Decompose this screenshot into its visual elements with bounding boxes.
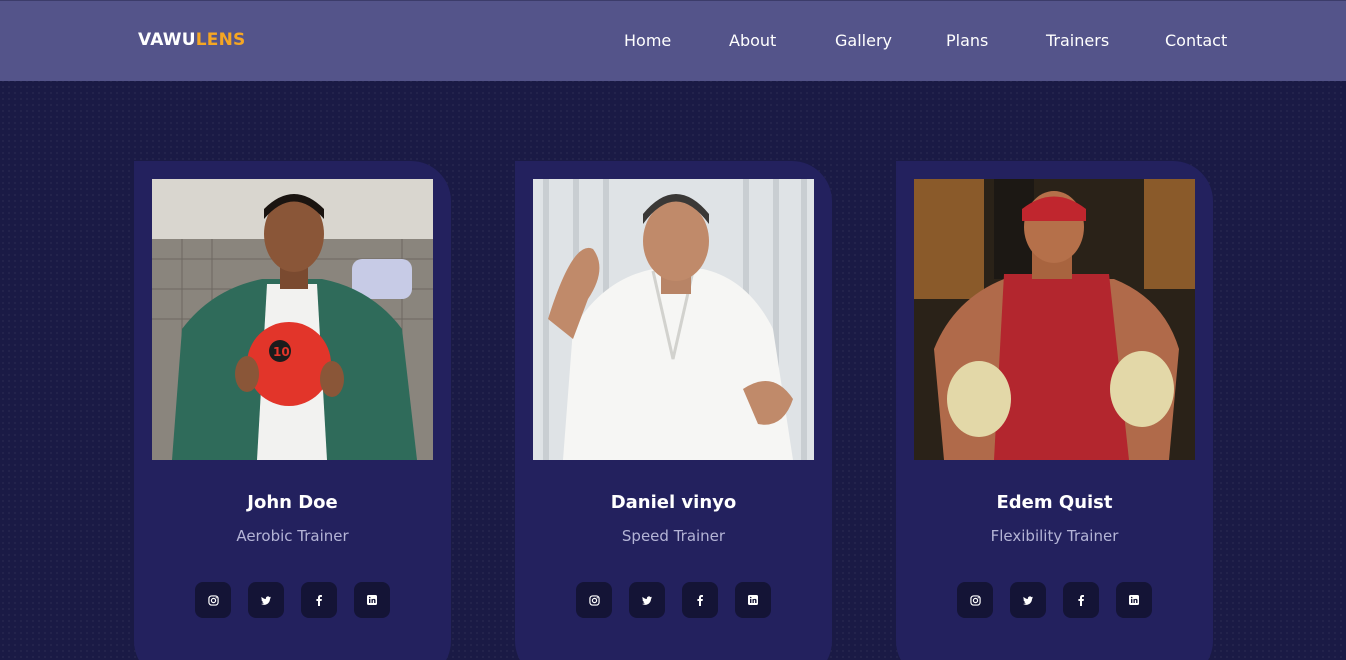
linkedin-button[interactable] bbox=[735, 582, 771, 618]
trainer-photo bbox=[533, 179, 814, 460]
facebook-button[interactable] bbox=[682, 582, 718, 618]
trainer-card: Edem Quist Flexibility Trainer bbox=[896, 161, 1213, 660]
twitter-icon bbox=[261, 595, 271, 605]
facebook-icon bbox=[316, 594, 322, 606]
facebook-icon bbox=[697, 594, 703, 606]
social-links bbox=[195, 582, 390, 618]
instagram-button[interactable] bbox=[957, 582, 993, 618]
trainer-role: Speed Trainer bbox=[621, 527, 726, 545]
social-links bbox=[576, 582, 771, 618]
nav-link-plans[interactable]: Plans bbox=[946, 31, 988, 50]
trainer-name: John Doe bbox=[247, 492, 338, 513]
facebook-button[interactable] bbox=[1063, 582, 1099, 618]
trainer-name: Daniel vinyo bbox=[610, 492, 737, 513]
trainer-card: Daniel vinyo Speed Trainer bbox=[515, 161, 832, 660]
nav-link-gallery[interactable]: Gallery bbox=[835, 31, 892, 50]
trainer-role: Flexibility Trainer bbox=[990, 527, 1119, 545]
trainer-photo bbox=[914, 179, 1195, 460]
twitter-button[interactable] bbox=[248, 582, 284, 618]
instagram-icon bbox=[207, 594, 219, 606]
main-nav: Home About Gallery Plans Trainers Contac… bbox=[0, 31, 1346, 53]
instagram-button[interactable] bbox=[195, 582, 231, 618]
twitter-button[interactable] bbox=[629, 582, 665, 618]
linkedin-icon bbox=[748, 595, 758, 605]
trainer-name: Edem Quist bbox=[996, 492, 1113, 513]
nav-link-contact[interactable]: Contact bbox=[1165, 31, 1227, 50]
trainer-photo: 10 bbox=[152, 179, 433, 460]
facebook-icon bbox=[1078, 594, 1084, 606]
navbar: VAWULENS Home About Gallery Plans Traine… bbox=[0, 0, 1346, 81]
linkedin-icon bbox=[367, 595, 377, 605]
facebook-button[interactable] bbox=[301, 582, 337, 618]
linkedin-button[interactable] bbox=[1116, 582, 1152, 618]
social-links bbox=[957, 582, 1152, 618]
trainer-role: Aerobic Trainer bbox=[236, 527, 349, 545]
nav-link-about[interactable]: About bbox=[729, 31, 776, 50]
trainer-card: 10 John Doe Aerobic Trainer bbox=[134, 161, 451, 660]
linkedin-button[interactable] bbox=[354, 582, 390, 618]
nav-link-trainers[interactable]: Trainers bbox=[1046, 31, 1109, 50]
instagram-icon bbox=[588, 594, 600, 606]
nav-link-home[interactable]: Home bbox=[624, 31, 671, 50]
linkedin-icon bbox=[1129, 595, 1139, 605]
instagram-button[interactable] bbox=[576, 582, 612, 618]
instagram-icon bbox=[969, 594, 981, 606]
twitter-button[interactable] bbox=[1010, 582, 1046, 618]
twitter-icon bbox=[1023, 595, 1033, 605]
svg-text:10: 10 bbox=[273, 345, 290, 359]
twitter-icon bbox=[642, 595, 652, 605]
